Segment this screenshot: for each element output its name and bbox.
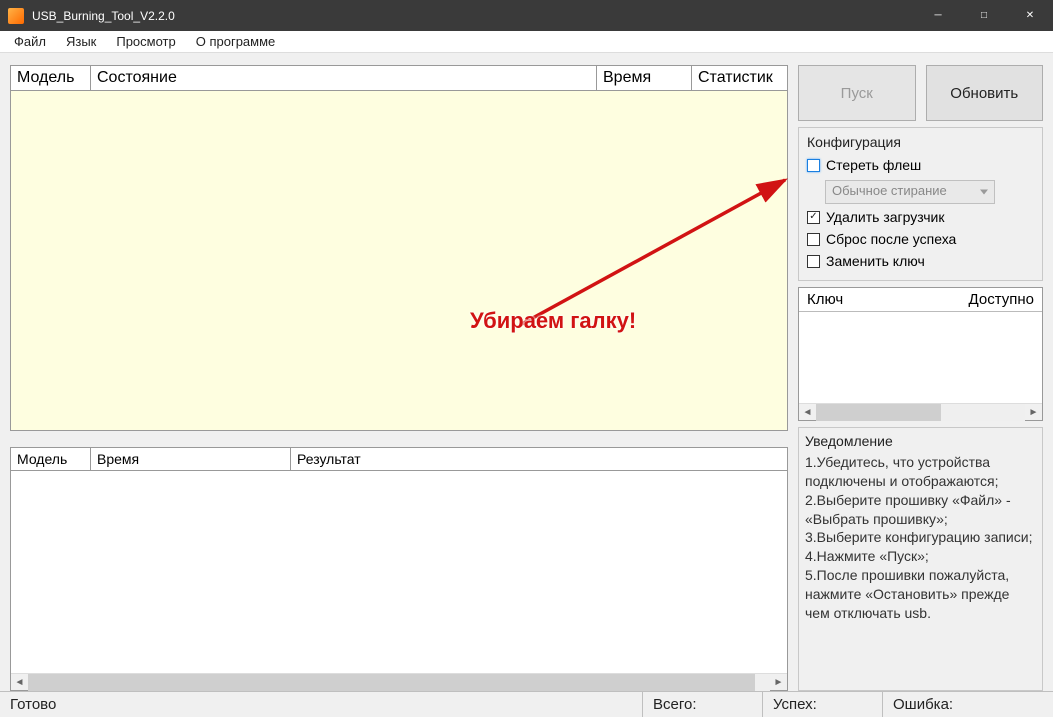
result-grid-header: Модель Время Результат <box>11 448 787 471</box>
notify-line-2: 2.Выберите прошивку «Файл» - «Выбрать пр… <box>805 491 1036 529</box>
col-stats[interactable]: Статистик <box>692 66 787 90</box>
key-hscroll[interactable]: ◄ ► <box>799 403 1042 420</box>
notify-title: Уведомление <box>805 432 1036 451</box>
col-time[interactable]: Время <box>597 66 692 90</box>
menu-view[interactable]: Просмотр <box>106 32 185 51</box>
result-grid-hscroll[interactable]: ◄ ► <box>11 673 787 690</box>
erase-bootloader-label: Удалить загрузчик <box>826 209 944 225</box>
key-scroll-left-icon[interactable]: ◄ <box>799 407 816 418</box>
col-model[interactable]: Модель <box>11 66 91 90</box>
replace-key-label: Заменить ключ <box>826 253 925 269</box>
menu-about[interactable]: О программе <box>186 32 286 51</box>
key-list-body <box>799 312 1042 403</box>
config-title: Конфигурация <box>807 134 1034 150</box>
minimize-button[interactable]: ─ <box>915 0 961 31</box>
start-button[interactable]: Пуск <box>798 65 916 121</box>
right-column: Пуск Обновить Конфигурация Стереть флеш … <box>798 65 1043 691</box>
notify-line-5: 5.После прошивки пожалуйста, нажмите «Ос… <box>805 566 1036 623</box>
reset-after-checkbox[interactable] <box>807 233 820 246</box>
device-grid-body <box>11 91 787 430</box>
close-button[interactable]: ✕ <box>1007 0 1053 31</box>
notify-group: Уведомление 1.Убедитесь, что устройства … <box>798 427 1043 691</box>
notify-line-1: 1.Убедитесь, что устройства подключены и… <box>805 453 1036 491</box>
col2-time[interactable]: Время <box>91 448 291 470</box>
action-buttons: Пуск Обновить <box>798 65 1043 121</box>
left-column: Модель Состояние Время Статистик Модель … <box>10 65 788 691</box>
key-list-header: Ключ Доступно <box>799 288 1042 312</box>
status-success: Успех: <box>763 692 883 717</box>
status-bar: Готово Всего: Успех: Ошибка: <box>0 691 1053 717</box>
status-total: Всего: <box>643 692 763 717</box>
maximize-button[interactable]: □ <box>961 0 1007 31</box>
status-ready: Готово <box>0 692 643 717</box>
device-grid: Модель Состояние Время Статистик <box>10 65 788 431</box>
result-grid: Модель Время Результат ◄ ► <box>10 447 788 691</box>
scroll-thumb[interactable] <box>28 674 755 691</box>
key-col-key[interactable]: Ключ <box>807 291 843 308</box>
erase-bootloader-checkbox[interactable]: ✓ <box>807 211 820 224</box>
config-group: Конфигурация Стереть флеш Обычное стиран… <box>798 127 1043 281</box>
key-list: Ключ Доступно ◄ ► <box>798 287 1043 421</box>
key-scroll-thumb[interactable] <box>816 404 941 421</box>
key-col-avail[interactable]: Доступно <box>969 291 1034 308</box>
col-status[interactable]: Состояние <box>91 66 597 90</box>
key-scroll-right-icon[interactable]: ► <box>1025 407 1042 418</box>
device-grid-header: Модель Состояние Время Статистик <box>11 66 787 91</box>
app-icon <box>8 8 24 24</box>
erase-flash-checkbox[interactable] <box>807 159 820 172</box>
scroll-right-icon[interactable]: ► <box>770 677 787 688</box>
col2-model[interactable]: Модель <box>11 448 91 470</box>
reset-after-label: Сброс после успеха <box>826 231 956 247</box>
replace-key-checkbox[interactable] <box>807 255 820 268</box>
erase-flash-label: Стереть флеш <box>826 157 921 173</box>
col2-result[interactable]: Результат <box>291 448 787 470</box>
menu-lang[interactable]: Язык <box>56 32 106 51</box>
content-area: Модель Состояние Время Статистик Модель … <box>0 53 1053 691</box>
notify-line-4: 4.Нажмите «Пуск»; <box>805 547 1036 566</box>
menu-file[interactable]: Файл <box>4 32 56 51</box>
notify-line-3: 3.Выберите конфигурацию записи; <box>805 528 1036 547</box>
window-title: USB_Burning_Tool_V2.2.0 <box>32 9 915 23</box>
menubar: Файл Язык Просмотр О программе <box>0 31 1053 53</box>
scroll-left-icon[interactable]: ◄ <box>11 677 28 688</box>
erase-mode-select: Обычное стирание <box>825 180 995 204</box>
result-grid-body <box>11 471 787 673</box>
refresh-button[interactable]: Обновить <box>926 65 1044 121</box>
status-error: Ошибка: <box>883 692 1053 717</box>
titlebar: USB_Burning_Tool_V2.2.0 ─ □ ✕ <box>0 0 1053 31</box>
